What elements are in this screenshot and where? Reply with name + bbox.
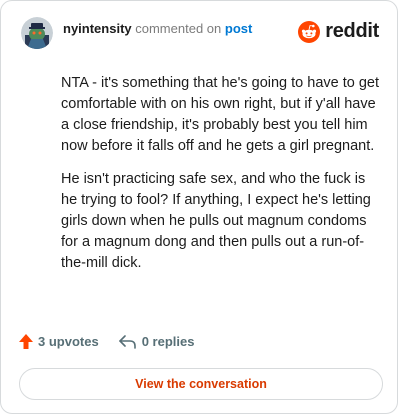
post-link[interactable]: post [225,21,252,36]
comment-header: nyintensity commented on post [21,17,252,49]
reddit-wordmark: reddit [325,20,379,42]
reply-button[interactable]: 0 replies [118,334,195,349]
comment-paragraph-1: NTA - it's something that he's going to … [61,75,380,154]
snoo-avatar-icon [21,17,53,49]
comment-paragraph-2: He isn't practicing safe sex, and who th… [61,171,371,271]
upvote-count: 3 upvotes [38,334,99,349]
user-avatar[interactable] [21,17,53,49]
comment-body: NTA - it's something that he's going to … [61,73,379,286]
reddit-logo-icon [298,20,321,43]
comment-meta: nyintensity commented on post [63,21,252,37]
upvote-arrow-icon [19,334,33,349]
reply-count: 0 replies [141,334,195,349]
commented-on-text: commented on [135,21,222,36]
reddit-brand[interactable]: reddit [298,20,379,43]
reply-arrow-icon [118,334,136,349]
view-conversation-button[interactable]: View the conversation [19,368,383,400]
comment-card: nyintensity commented on post reddit NTA… [0,0,398,414]
comment-actions: 3 upvotes 0 replies [19,334,194,349]
username-link[interactable]: nyintensity [63,21,132,36]
upvote-button[interactable]: 3 upvotes [19,334,99,349]
